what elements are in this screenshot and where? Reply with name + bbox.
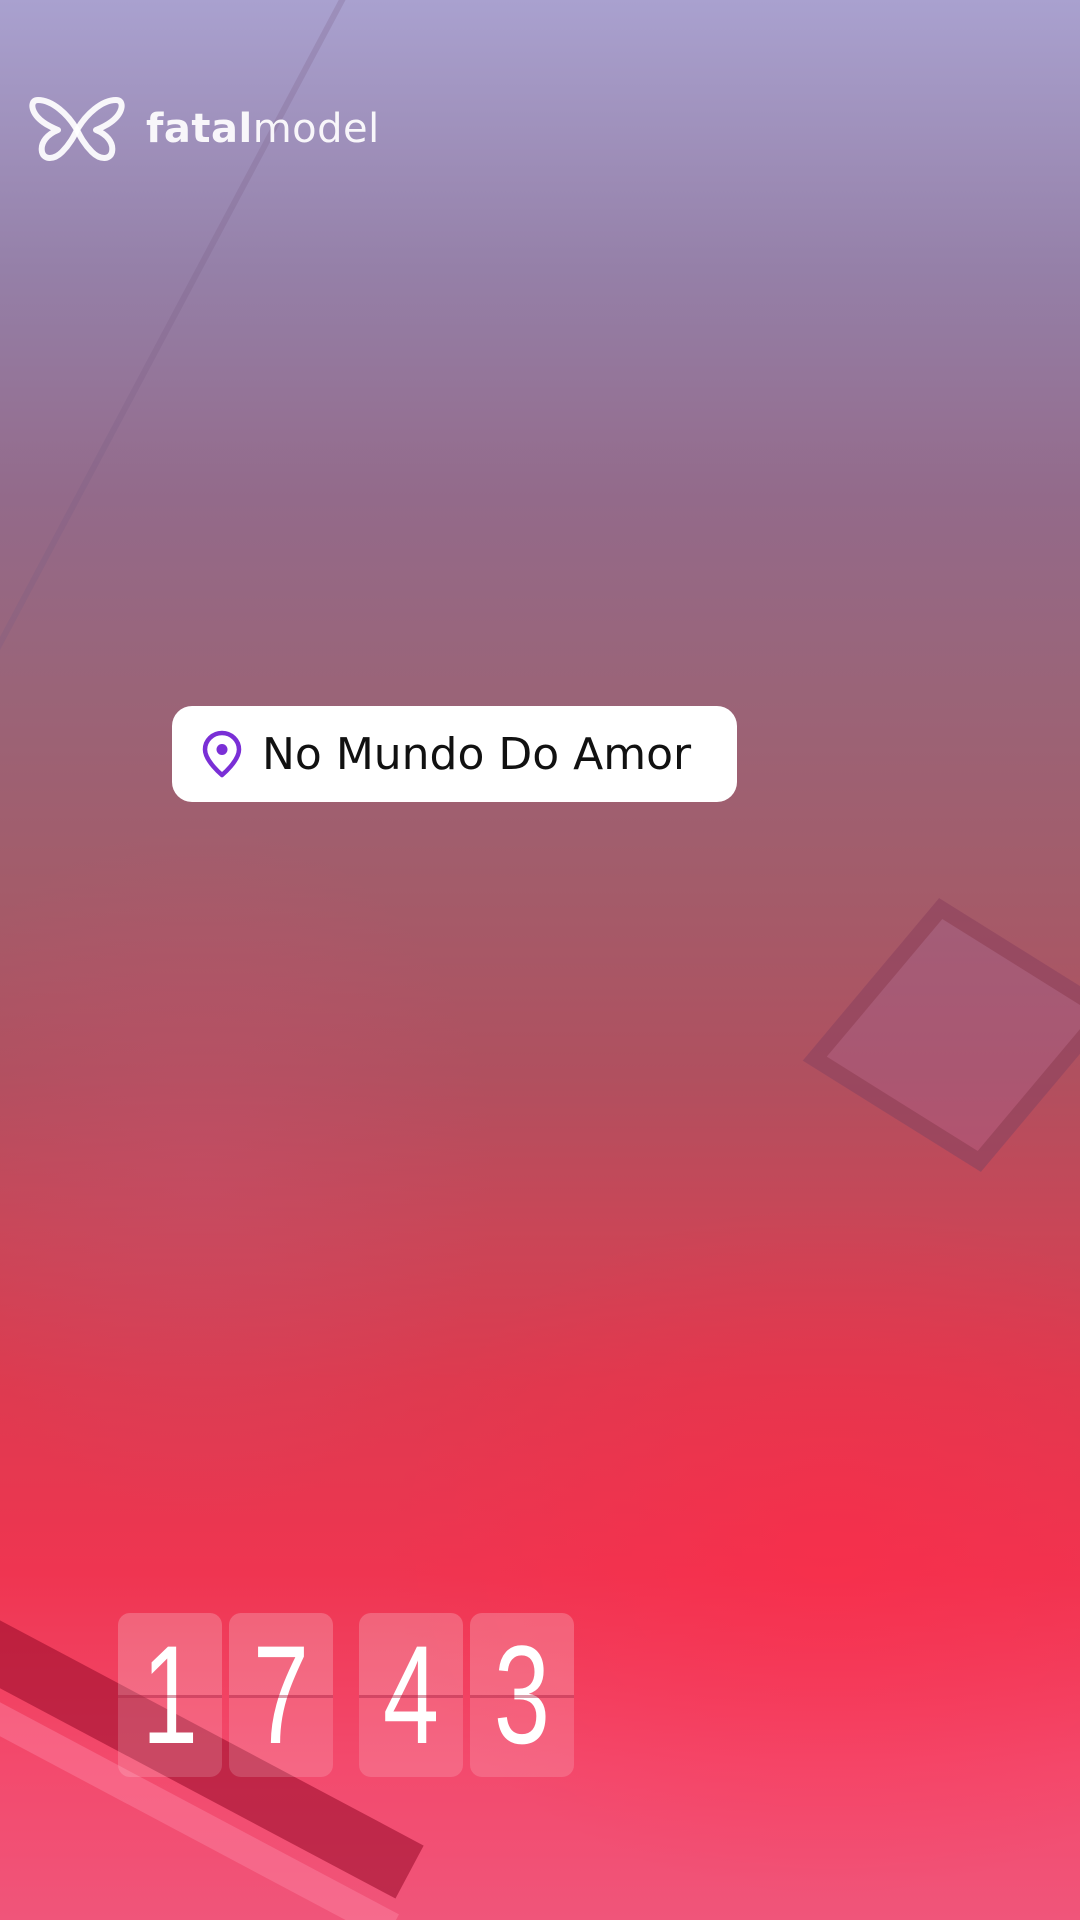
clock-digit: 4 [359, 1613, 463, 1777]
clock-digit: 3 [470, 1613, 574, 1777]
brand-name-bold: fatal [146, 106, 253, 152]
brand-wordmark: fatalmodel [146, 106, 380, 152]
location-label: No Mundo Do Amor [262, 728, 692, 780]
map-pin-icon [202, 730, 242, 778]
location-sticker[interactable]: No Mundo Do Amor [172, 706, 737, 802]
story-background: fatalmodel No Mundo Do Amor 1 7 4 3 [0, 0, 1080, 1920]
butterfly-icon [29, 97, 125, 161]
clock-digit-value: 4 [382, 1616, 440, 1773]
clock-digit: 7 [229, 1613, 333, 1777]
clock-digit-value: 7 [252, 1616, 310, 1773]
clock-digit: 1 [118, 1613, 222, 1777]
clock-digit-value: 1 [141, 1616, 199, 1773]
red-light-glow [380, 1200, 1080, 1900]
brand-logo: fatalmodel [28, 94, 380, 164]
flip-clock: 1 7 4 3 [118, 1613, 574, 1777]
clock-digit-value: 3 [493, 1616, 551, 1773]
brand-name-light: model [252, 106, 380, 152]
ceiling-vent [802, 898, 1080, 1172]
